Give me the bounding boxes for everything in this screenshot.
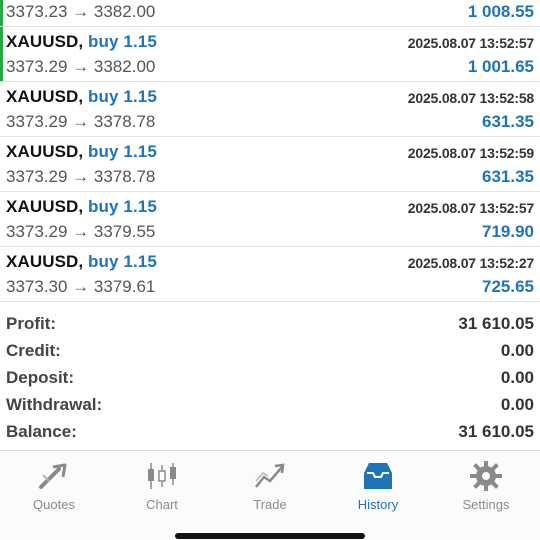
settings-icon [470,461,502,491]
tab-quotes[interactable]: Quotes [0,457,108,519]
summary-row-deposit: Deposit: 0.00 [0,365,540,392]
trade-symbol: XAUUSD, [6,32,84,51]
trade-side: buy 1.15 [88,197,157,216]
trade-profit: 1 008.55 [467,2,534,21]
withdrawal-label: Withdrawal: [6,395,103,414]
trade-row[interactable]: XAUUSD, buy 1.15 2025.08.07 13:52:57 337… [0,192,540,247]
trade-history-list: 3373.23 → 3382.00 1 008.55 XAUUSD, buy 1… [0,0,540,302]
home-indicator[interactable] [175,533,365,539]
trade-prices: 3373.29 → 3378.78 [6,167,156,186]
trade-time: 2025.08.07 13:52:59 [407,145,534,161]
bottom-tab-bar: Quotes Chart Trade History Settings [0,450,540,540]
tab-chart[interactable]: Chart [108,457,216,519]
credit-value: 0.00 [500,341,534,360]
trade-profit: 1 001.65 [467,57,534,76]
tab-trade[interactable]: Trade [216,457,324,519]
trade-profit: 631.35 [482,167,534,186]
tab-settings[interactable]: Settings [432,457,540,519]
trade-time: 2025.08.07 13:52:57 [407,35,534,51]
trade-symbol: XAUUSD, [6,142,84,161]
trade-title: XAUUSD, buy 1.15 [6,142,157,162]
balance-label: Balance: [6,422,77,441]
trade-row[interactable]: XAUUSD, buy 1.15 2025.08.07 13:52:57 337… [0,27,540,82]
balance-value: 31 610.05 [458,422,534,441]
trade-symbol: XAUUSD, [6,252,84,271]
summary-row-profit: Profit: 31 610.05 [0,311,540,338]
trade-icon [255,463,285,488]
trade-side: buy 1.15 [88,32,157,51]
trade-prices: 3373.29 → 3378.78 [6,112,156,131]
trade-profit: 719.90 [482,222,534,241]
trade-title: XAUUSD, buy 1.15 [6,252,157,272]
trade-title: XAUUSD, buy 1.15 [6,197,157,217]
trade-prices: 3373.29 → 3379.55 [6,222,156,241]
tab-trade-label: Trade [253,497,287,512]
profit-label: Profit: [6,314,57,333]
history-icon [364,463,392,489]
tab-history[interactable]: History [324,457,432,519]
tab-history-label: History [357,497,399,512]
summary-row-balance: Balance: 31 610.05 [0,419,540,446]
deposit-label: Deposit: [6,368,74,387]
trade-profit: 725.65 [482,277,534,296]
trade-side: buy 1.15 [88,142,157,161]
trade-time: 2025.08.07 13:52:27 [407,255,534,271]
deposit-value: 0.00 [500,368,534,387]
trade-row[interactable]: XAUUSD, buy 1.15 2025.08.07 13:52:27 337… [0,247,540,302]
tab-chart-label: Chart [146,497,178,512]
tab-settings-label: Settings [462,497,510,512]
trade-profit: 631.35 [482,112,534,131]
summary-row-withdrawal: Withdrawal: 0.00 [0,392,540,419]
trade-row[interactable]: XAUUSD, buy 1.15 2025.08.07 13:52:58 337… [0,82,540,137]
trade-symbol: XAUUSD, [6,197,84,216]
trade-prices: 3373.30 → 3379.61 [6,277,156,296]
quotes-icon [39,463,67,489]
profit-value: 31 610.05 [458,314,534,333]
trade-prices: 3373.23 → 3382.00 [6,2,156,21]
withdrawal-value: 0.00 [500,395,534,414]
trade-title: XAUUSD, buy 1.15 [6,32,157,52]
trade-prices: 3373.29 → 3382.00 [6,57,156,76]
trade-time: 2025.08.07 13:52:57 [407,200,534,216]
tab-quotes-label: Quotes [33,497,75,512]
credit-label: Credit: [6,341,61,360]
trade-row[interactable]: 3373.23 → 3382.00 1 008.55 [0,0,540,27]
chart-icon [148,463,176,489]
trade-side: buy 1.15 [88,252,157,271]
trade-row[interactable]: XAUUSD, buy 1.15 2025.08.07 13:52:59 337… [0,137,540,192]
summary-row-credit: Credit: 0.00 [0,338,540,365]
account-summary: Profit: 31 610.05 Credit: 0.00 Deposit: … [0,311,540,446]
trade-side: buy 1.15 [88,87,157,106]
trade-symbol: XAUUSD, [6,87,84,106]
trade-title: XAUUSD, buy 1.15 [6,87,157,107]
trade-time: 2025.08.07 13:52:58 [407,90,534,106]
